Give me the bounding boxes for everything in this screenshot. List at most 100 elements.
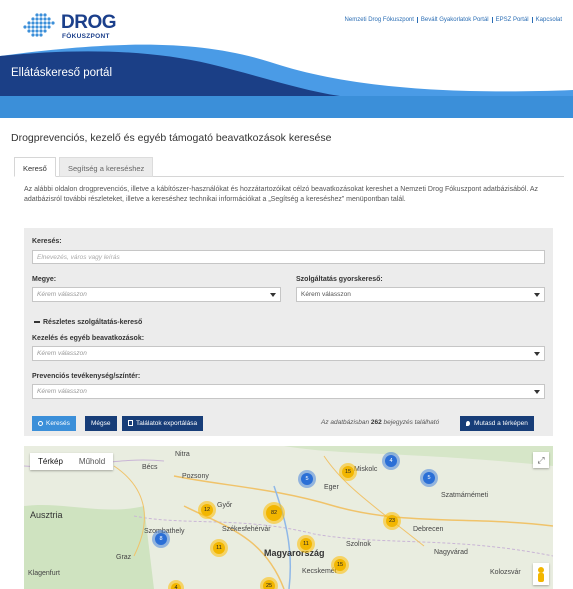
- detail-search-toggle[interactable]: Részletes szolgáltatás-kereső: [34, 319, 142, 326]
- map-cluster-marker[interactable]: 5: [298, 470, 316, 488]
- treatment-select[interactable]: Kérem válasszon: [32, 346, 545, 361]
- map-cluster-count: 4: [385, 455, 397, 467]
- site-header: DROG FÓKUSZPONT Nemzeti Drog Fókuszpont …: [0, 0, 573, 118]
- prevention-select[interactable]: Kérem válasszon: [32, 384, 545, 399]
- map-place-label: Miskolc: [354, 466, 378, 473]
- map-place-label: Eger: [324, 484, 339, 491]
- map-cluster-count: 82: [266, 505, 282, 521]
- map-cluster-marker[interactable]: 82: [263, 502, 285, 524]
- chevron-down-icon: [534, 293, 540, 297]
- map-cluster-count: 5: [423, 472, 435, 484]
- map-cluster-count: 23: [386, 515, 398, 527]
- map-place-label: Pozsony: [182, 473, 209, 480]
- tab-kereso[interactable]: Kereső: [14, 157, 56, 177]
- map-place-label: Szatmárnémeti: [441, 492, 489, 499]
- logo-dots-icon: [23, 13, 55, 37]
- result-suffix: bejegyzés található: [383, 419, 440, 426]
- map-cluster-marker[interactable]: 25: [260, 577, 278, 589]
- search-button-label: Keresés: [46, 420, 70, 427]
- top-link-kapcsolat[interactable]: Kapcsolat: [531, 17, 565, 23]
- map-cluster-marker[interactable]: 4: [168, 580, 184, 589]
- search-panel: Keresés: Elnevezés, város vagy leírás Me…: [24, 228, 553, 436]
- map-place-label: Szolnok: [346, 541, 371, 548]
- satellite-view-button[interactable]: Műhold: [71, 453, 113, 470]
- minus-icon: [34, 321, 40, 324]
- map-cluster-marker[interactable]: 5: [420, 469, 438, 487]
- drog-fokuszpont-logo[interactable]: DROG FÓKUSZPONT: [17, 12, 117, 42]
- map-cluster-marker[interactable]: 15: [331, 556, 349, 574]
- map-view-button[interactable]: Térkép: [30, 453, 71, 470]
- map-place-label: Nitra: [175, 451, 190, 458]
- quick-search-select[interactable]: Kérem válasszon: [296, 287, 545, 302]
- quick-search-label: Szolgáltatás gyorskereső:: [296, 276, 383, 283]
- map-cluster-count: 8: [155, 533, 167, 545]
- search-button[interactable]: Keresés: [32, 416, 76, 431]
- pegman-icon[interactable]: [533, 563, 549, 585]
- map-place-label: Ausztria: [30, 510, 63, 520]
- prevention-label: Prevenciós tevékenység/színtér:: [32, 373, 141, 380]
- top-link-nemzeti-drog-fokuszpont[interactable]: Nemzeti Drog Fókuszpont: [342, 17, 417, 23]
- map-cluster-marker[interactable]: 15: [339, 463, 357, 481]
- result-prefix: Az adatbázisban: [321, 419, 370, 426]
- map-pin-icon: [466, 420, 470, 426]
- top-link-bevalt-gyakorlatok[interactable]: Bevált Gyakorlatok Portál: [416, 17, 492, 23]
- export-icon: [128, 420, 133, 427]
- map-type-toggle: Térkép Műhold: [30, 453, 114, 470]
- export-button[interactable]: Találatok exportálása: [122, 416, 204, 431]
- map-cluster-count: 11: [213, 542, 225, 554]
- export-button-label: Találatok exportálása: [136, 420, 198, 427]
- map-cluster-count: 4: [171, 583, 181, 589]
- chevron-down-icon: [534, 390, 540, 394]
- clear-button[interactable]: Mégse: [85, 416, 117, 431]
- search-input[interactable]: Elnevezés, város vagy leírás: [32, 250, 545, 264]
- top-links: Nemzeti Drog Fókuszpont Bevált Gyakorlat…: [342, 17, 565, 23]
- county-label: Megye:: [32, 276, 57, 283]
- intro-text: Az alábbi oldalon drogprevenciós, illetv…: [24, 186, 539, 203]
- map-cluster-count: 15: [334, 559, 346, 571]
- fullscreen-icon[interactable]: ⤢: [533, 452, 549, 468]
- show-on-map-button[interactable]: Mutasd a térképen: [460, 416, 534, 431]
- map-place-label: Debrecen: [413, 526, 444, 533]
- map-place-label: Győr: [217, 502, 233, 509]
- map-cluster-count: 5: [301, 473, 313, 485]
- map-place-label: Magyarország: [264, 548, 325, 558]
- map-cluster-marker[interactable]: 23: [383, 512, 401, 530]
- search-icon: [38, 420, 43, 426]
- map-place-label: Klagenfurt: [28, 570, 60, 577]
- map-cluster-marker[interactable]: 8: [152, 530, 170, 548]
- map-place-label: Kolozsvár: [490, 569, 521, 576]
- logo-subtitle: FÓKUSZPONT: [62, 33, 110, 40]
- chevron-down-icon: [534, 352, 540, 356]
- logo-word: DROG: [61, 12, 117, 33]
- map-cluster-count: 15: [342, 466, 354, 478]
- map-place-label: Bécs: [142, 464, 158, 471]
- treatment-label: Kezelés és egyéb beavatkozások:: [32, 335, 145, 342]
- prevention-select-value: Kérem válasszon: [37, 388, 87, 395]
- map-place-label: Graz: [116, 554, 132, 561]
- map-cluster-count: 11: [300, 538, 312, 550]
- map-place-label: Székesfehérvár: [222, 526, 271, 533]
- map-cluster-marker[interactable]: 11: [297, 535, 315, 553]
- county-select-value: Kérem válasszon: [37, 291, 87, 298]
- quick-search-select-value: Kérem válasszon: [301, 291, 351, 298]
- result-count: 262: [370, 419, 382, 426]
- page-title: Drogprevenciós, kezelő és egyéb támogató…: [11, 132, 332, 144]
- treatment-select-value: Kérem válasszon: [37, 350, 87, 357]
- portal-title: Ellátáskereső portál: [11, 67, 112, 79]
- map-cluster-count: 25: [263, 580, 275, 589]
- show-on-map-button-label: Mutasd a térképen: [474, 420, 528, 427]
- map-cluster-marker[interactable]: 11: [210, 539, 228, 557]
- map-cluster-marker[interactable]: 12: [198, 501, 216, 519]
- tab-bar: Kereső Segítség a kereséshez: [14, 157, 564, 177]
- tab-segitseg[interactable]: Segítség a kereséshez: [59, 157, 154, 177]
- results-map[interactable]: Térkép Műhold ⤢ Nitra Bécs Pozsony Auszt…: [24, 446, 553, 589]
- county-select[interactable]: Kérem válasszon: [32, 287, 281, 302]
- map-place-label: Nagyvárad: [434, 549, 468, 556]
- top-link-epsz-portal[interactable]: EPSZ Portál: [491, 17, 532, 23]
- chevron-down-icon: [270, 293, 276, 297]
- map-cluster-count: 12: [201, 504, 213, 516]
- map-cluster-marker[interactable]: 4: [382, 452, 400, 470]
- search-label: Keresés:: [32, 238, 62, 245]
- result-count-text: Az adatbázisban 262 bejegyzés található: [321, 419, 439, 426]
- detail-search-toggle-label: Részletes szolgáltatás-kereső: [43, 319, 143, 326]
